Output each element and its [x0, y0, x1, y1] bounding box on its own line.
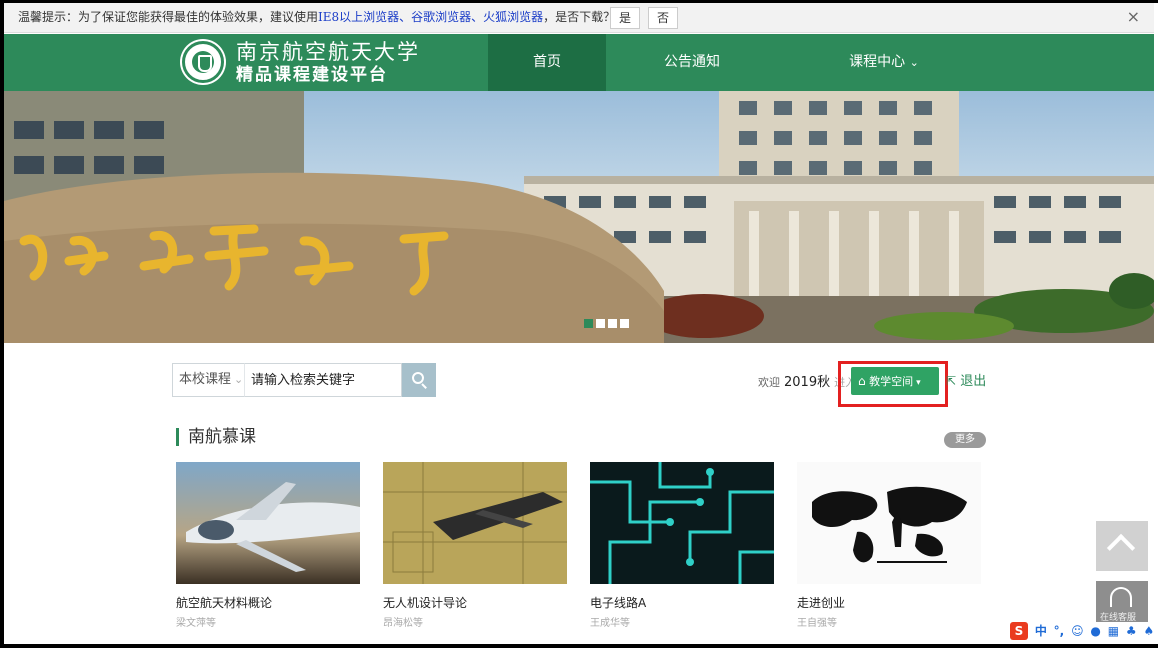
nav-course-center[interactable]: 课程中心 ⌄ [804, 34, 964, 91]
course-teacher: 昂海松等 [383, 618, 423, 629]
course-teacher: 王自强等 [797, 618, 837, 629]
online-service-button[interactable]: 在线客服 [1096, 581, 1148, 625]
banner-dot-3[interactable] [608, 319, 617, 328]
chevron-down-icon: ⌄ [909, 56, 919, 69]
site-title[interactable]: 南京航空航天大学 精品课程建设平台 [236, 40, 420, 86]
search-input[interactable] [244, 363, 402, 397]
notice-browser-links[interactable]: IE8以上浏览器、谷歌浏览器、火狐浏览器 [318, 10, 543, 24]
notice-no-button[interactable]: 否 [648, 7, 678, 29]
banner-dot-2[interactable] [596, 319, 605, 328]
browser-viewport: 温馨提示：为了保证您能获得最佳的体验效果，建议使用IE8以上浏览器、谷歌浏览器、… [0, 0, 1158, 648]
banner-pagination [584, 313, 632, 332]
screen-edge-bottom [0, 644, 1158, 648]
course-thumbnail [590, 462, 774, 584]
site-title-platform: 精品课程建设平台 [236, 65, 388, 85]
toolbox-icon[interactable]: ♣ [1126, 624, 1137, 638]
site-header: 南京航空航天大学 精品课程建设平台 首页 公告通知 课程中心 ⌄ [4, 34, 1154, 91]
back-to-top-button[interactable] [1096, 521, 1148, 571]
course-card[interactable]: 无人机设计导论 昂海松等 [383, 462, 567, 629]
site-title-university: 南京航空航天大学 [236, 40, 420, 64]
course-card[interactable]: 电子线路A 王成华等 [590, 462, 774, 629]
skin-icon[interactable]: ♠ [1143, 624, 1154, 638]
logout-button[interactable]: ⇱ 退出 [946, 370, 986, 389]
chevron-down-icon: ⌄ [234, 373, 244, 386]
sogou-logo-icon[interactable]: S [1010, 622, 1028, 640]
close-icon[interactable]: × [1127, 7, 1140, 26]
banner-dot-1[interactable] [584, 319, 593, 328]
nav-course-center-label: 课程中心 [849, 54, 906, 70]
search-toolbar: 本校课程⌄ 欢迎2019秋进入 ⌂ 教学空间▾ ⇱ 退出 [0, 343, 1158, 415]
logout-label: 退出 [960, 374, 987, 389]
ime-mode-indicator[interactable]: 中 [1035, 622, 1047, 639]
notice-yes-button[interactable]: 是 [610, 7, 640, 29]
welcome-label: 欢迎 [758, 376, 780, 389]
course-thumbnail [383, 462, 567, 584]
logout-icon: ⇱ [946, 374, 957, 388]
user-term: 2019秋 [784, 375, 831, 390]
chevron-up-icon [1106, 533, 1136, 563]
search-scope-label: 本校课程 [179, 372, 232, 387]
nav-home[interactable]: 首页 [488, 34, 606, 91]
search-scope-select[interactable]: 本校课程 ⌄ [172, 363, 244, 397]
banner-image [4, 91, 1154, 343]
course-card[interactable]: 航空航天材料概论 梁文萍等 [176, 462, 360, 629]
course-teacher: 梁文萍等 [176, 618, 216, 629]
university-logo[interactable] [182, 41, 224, 83]
course-name: 航空航天材料概论 [176, 596, 273, 610]
banner-carousel[interactable] [4, 91, 1154, 343]
section-title: 南航慕课 [176, 428, 256, 446]
notice-suffix: ，是否下载？ [543, 10, 616, 24]
course-name: 无人机设计导论 [383, 596, 468, 610]
more-button[interactable]: 更多 [944, 432, 986, 448]
keyboard-icon[interactable]: ▦ [1108, 624, 1119, 638]
headset-icon [1110, 587, 1132, 607]
emoji-icon[interactable]: ☺ [1071, 624, 1084, 638]
home-icon: ⌂ [858, 374, 866, 388]
course-name: 走进创业 [797, 596, 846, 610]
course-teacher: 王成华等 [590, 618, 630, 629]
course-thumbnail [797, 462, 981, 584]
course-name: 电子线路A [590, 596, 647, 610]
teaching-space-button[interactable]: ⌂ 教学空间 ▾ [851, 367, 939, 395]
course-thumbnail [176, 462, 360, 584]
search-button[interactable] [402, 363, 436, 397]
course-card[interactable]: 走进创业 王自强等 [797, 462, 981, 629]
browser-notice-bar: 温馨提示：为了保证您能获得最佳的体验效果，建议使用IE8以上浏览器、谷歌浏览器、… [4, 3, 1154, 33]
notice-text: 温馨提示：为了保证您能获得最佳的体验效果，建议使用IE8以上浏览器、谷歌浏览器、… [18, 8, 615, 25]
ime-toolbar[interactable]: S 中 °, ☺ ● ▦ ♣ ♠ [1010, 622, 1158, 642]
banner-dot-4[interactable] [620, 319, 629, 328]
notice-prefix: 温馨提示：为了保证您能获得最佳的体验效果，建议使用 [18, 10, 319, 24]
caret-down-icon: ▾ [916, 378, 921, 388]
punctuation-icon[interactable]: °, [1054, 624, 1065, 638]
nav-notice[interactable]: 公告通知 [632, 34, 752, 91]
teaching-space-label: 教学空间 [869, 375, 914, 388]
microphone-icon[interactable]: ● [1090, 624, 1100, 638]
